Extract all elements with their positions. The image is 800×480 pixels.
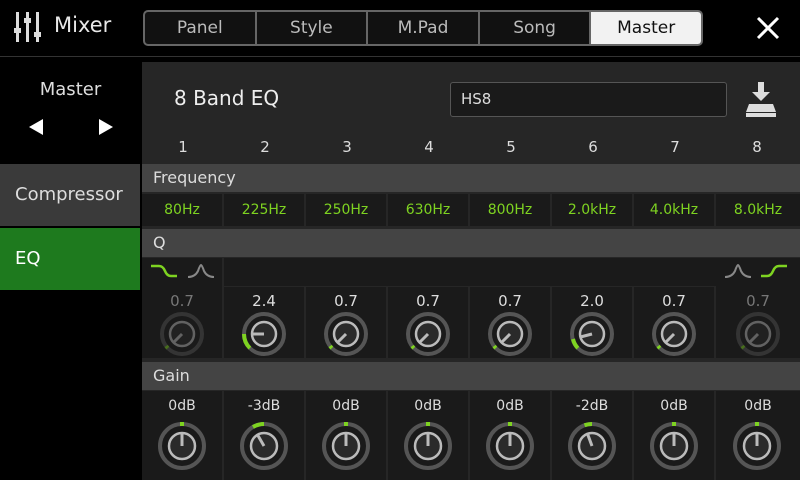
band-number: 5 [506, 138, 516, 156]
band-number: 6 [588, 138, 598, 156]
preset-name-field[interactable]: HS8 [450, 82, 727, 117]
frequency-header: Frequency [142, 164, 800, 192]
band-number: 7 [670, 138, 680, 156]
band2-gain-knob[interactable] [238, 420, 290, 472]
band6-frequency[interactable]: 2.0kHz [552, 194, 632, 226]
band1-frequency[interactable]: 80Hz [142, 194, 222, 226]
tab-panel[interactable]: Panel [145, 12, 257, 44]
band8-gain-value: 0dB [744, 398, 772, 414]
prev-part-icon[interactable] [27, 117, 45, 137]
save-icon[interactable] [745, 82, 777, 118]
band1-q-knob[interactable] [158, 310, 206, 358]
band8-frequency[interactable]: 8.0kHz [716, 194, 800, 226]
band-number: 3 [342, 138, 352, 156]
band1-q-value: 0.7 [170, 292, 194, 310]
band8-q-value: 0.7 [746, 292, 770, 310]
tab-mpad[interactable]: M.Pad [368, 12, 480, 44]
band7-q-knob[interactable] [650, 310, 698, 358]
band5-gain-knob[interactable] [484, 420, 536, 472]
band-number: 8 [752, 138, 762, 156]
band4-gain-value: 0dB [414, 398, 442, 414]
q-shape-strip [224, 258, 716, 286]
band3-q-knob[interactable] [322, 310, 370, 358]
band3-gain-value: 0dB [332, 398, 360, 414]
close-icon[interactable] [752, 12, 784, 44]
band6-q-knob[interactable] [568, 310, 616, 358]
nav-eq[interactable]: EQ [0, 228, 140, 290]
q-header: Q [142, 229, 800, 257]
gain-header: Gain [142, 362, 800, 390]
band-number: 4 [424, 138, 434, 156]
band7-gain-value: 0dB [660, 398, 688, 414]
band7-frequency[interactable]: 4.0kHz [634, 194, 714, 226]
tab-song[interactable]: Song [480, 12, 592, 44]
band5-q-knob[interactable] [486, 310, 534, 358]
band3-frequency[interactable]: 250Hz [306, 194, 386, 226]
band7-gain-knob[interactable] [648, 420, 700, 472]
band2-frequency[interactable]: 225Hz [224, 194, 304, 226]
band5-gain-value: 0dB [496, 398, 524, 414]
band5-q-value: 0.7 [498, 292, 522, 310]
app-title: Mixer [54, 13, 112, 37]
band2-q-knob[interactable] [240, 310, 288, 358]
band6-q-value: 2.0 [580, 292, 604, 310]
low-shelf-icon[interactable] [150, 263, 178, 279]
tab-master[interactable]: Master [591, 12, 701, 44]
band6-gain-value: -2dB [575, 398, 609, 414]
band3-q-value: 0.7 [334, 292, 358, 310]
band2-q-value: 2.4 [252, 292, 276, 310]
band4-q-knob[interactable] [404, 310, 452, 358]
tab-bar: Panel Style M.Pad Song Master [143, 10, 703, 46]
band1-gain-value: 0dB [168, 398, 196, 414]
band8-gain-knob[interactable] [731, 420, 783, 472]
nav-compressor[interactable]: Compressor [0, 164, 140, 226]
band2-gain-value: -3dB [247, 398, 281, 414]
band1-gain-knob[interactable] [156, 420, 208, 472]
next-part-icon[interactable] [97, 117, 115, 137]
band5-frequency[interactable]: 800Hz [470, 194, 550, 226]
tab-style[interactable]: Style [257, 12, 369, 44]
band4-frequency[interactable]: 630Hz [388, 194, 468, 226]
band-number: 1 [178, 138, 188, 156]
band4-q-value: 0.7 [416, 292, 440, 310]
band7-q-value: 0.7 [662, 292, 686, 310]
band8-q-knob[interactable] [734, 310, 782, 358]
high-shelf-icon[interactable] [760, 263, 788, 279]
low-peak-icon[interactable] [187, 263, 215, 279]
eq-title: 8 Band EQ [174, 86, 280, 110]
band3-gain-knob[interactable] [320, 420, 372, 472]
band6-gain-knob[interactable] [566, 420, 618, 472]
high-peak-icon[interactable] [724, 263, 752, 279]
band-number: 2 [260, 138, 270, 156]
mixer-icon [14, 12, 41, 42]
band4-gain-knob[interactable] [402, 420, 454, 472]
part-label: Master [39, 79, 102, 100]
